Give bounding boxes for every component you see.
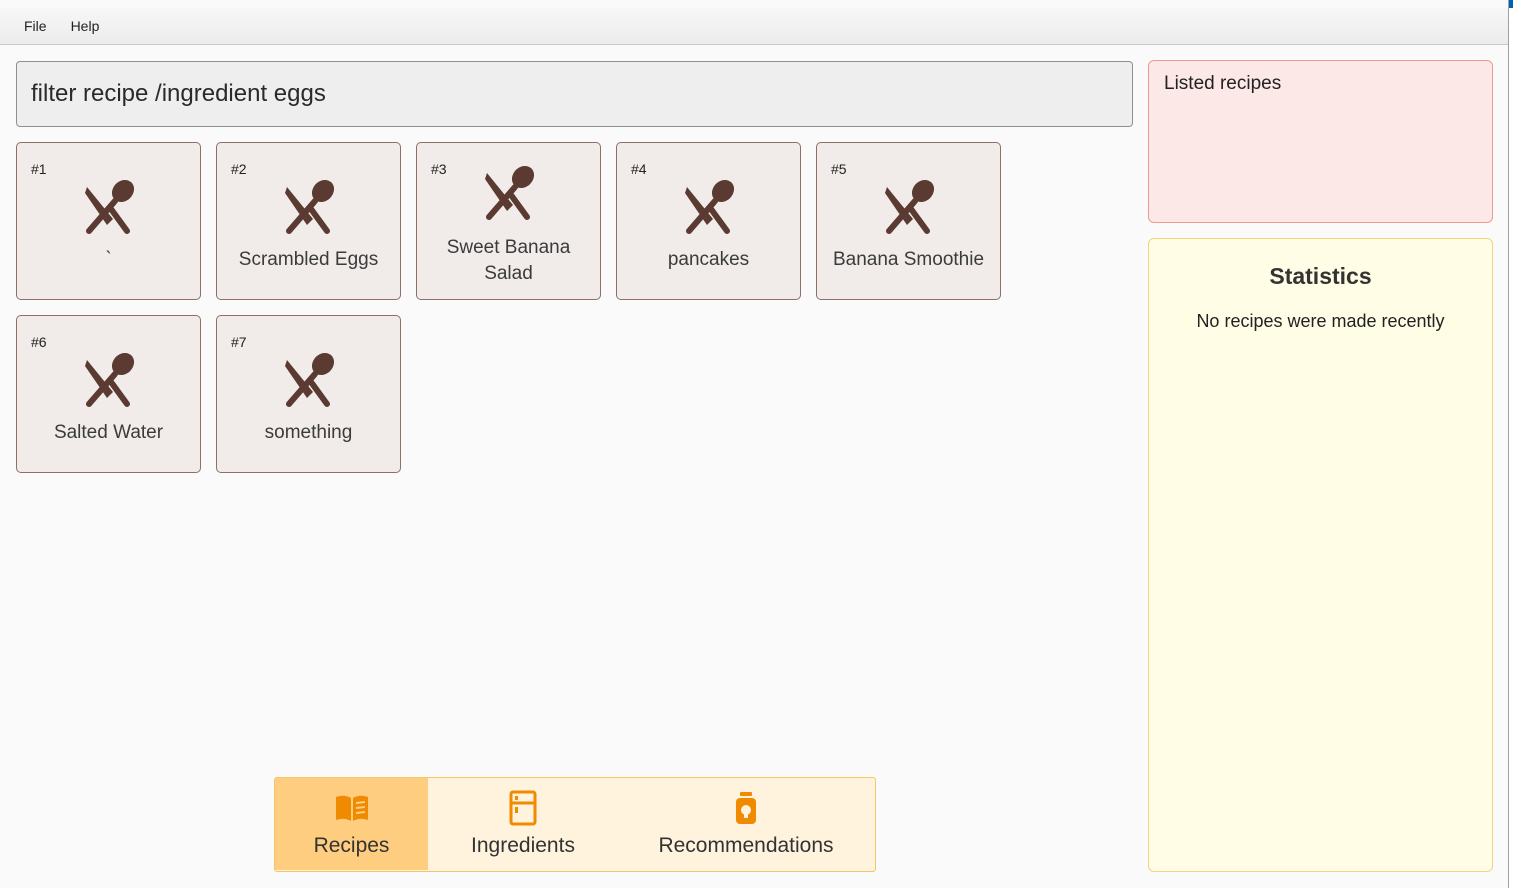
- recipe-index: #3: [431, 161, 447, 177]
- recipe-card[interactable]: #4 pancakes: [616, 142, 801, 300]
- statistics-panel: Statistics No recipes were made recently: [1148, 238, 1493, 872]
- menubar: File Help: [0, 8, 1508, 45]
- utensils-icon: [285, 352, 335, 407]
- recipe-index: #2: [231, 161, 247, 177]
- tab-ingredients[interactable]: Ingredients: [428, 778, 618, 870]
- recipe-card[interactable]: #5 Banana Smoothie: [816, 142, 1001, 300]
- recipe-card[interactable]: #1 `: [16, 142, 201, 300]
- tab-label: Recipes: [313, 834, 390, 857]
- recipe-index: #1: [31, 161, 47, 177]
- utensils-icon: [285, 179, 335, 234]
- tab-bar: Recipes Ingredients Recommendations: [274, 777, 876, 872]
- utensils-icon: [485, 165, 535, 220]
- utensils-icon: [885, 179, 935, 234]
- recipe-name: Scrambled Eggs: [238, 249, 379, 270]
- statistics-title: Statistics: [1269, 263, 1372, 289]
- recipe-index: #5: [831, 161, 847, 177]
- tab-label: Recommendations: [658, 834, 834, 857]
- recipe-index: #7: [231, 334, 247, 350]
- tab-label: Ingredients: [471, 834, 575, 857]
- listed-recipes-label: Listed recipes: [1164, 73, 1282, 94]
- recipe-name: Sweet Banana Salad: [446, 237, 571, 284]
- statistics-empty-message: No recipes were made recently: [1196, 311, 1445, 331]
- recipe-name: Salted Water: [53, 422, 164, 443]
- fridge-icon: [509, 790, 537, 826]
- menu-file[interactable]: File: [12, 16, 59, 36]
- recipe-name: something: [264, 422, 353, 443]
- listed-recipes-panel: Listed recipes: [1148, 60, 1493, 223]
- recipe-index: #6: [31, 334, 47, 350]
- tab-recommendations[interactable]: Recommendations: [618, 778, 874, 870]
- tab-recipes[interactable]: Recipes: [275, 778, 428, 870]
- recipe-name: `: [105, 249, 112, 270]
- book-icon: [336, 795, 368, 821]
- utensils-icon: [85, 179, 135, 234]
- jar-icon: [736, 792, 756, 824]
- utensils-icon: [85, 352, 135, 407]
- menu-help[interactable]: Help: [59, 16, 112, 36]
- recipe-card[interactable]: #6 Salted Water: [16, 315, 201, 473]
- recipe-name: Banana Smoothie: [832, 249, 985, 270]
- recipe-card[interactable]: #2 Scrambled Eggs: [216, 142, 401, 300]
- app-window: File Help #1 ` #2 Scrambled Eggs: [0, 0, 1509, 888]
- command-input[interactable]: [16, 61, 1133, 127]
- recipe-index: #4: [631, 161, 647, 177]
- recipe-card[interactable]: #7 something: [216, 315, 401, 473]
- recipe-name: pancakes: [667, 249, 750, 270]
- recipe-card[interactable]: #3 Sweet Banana Salad: [416, 142, 601, 300]
- utensils-icon: [685, 179, 735, 234]
